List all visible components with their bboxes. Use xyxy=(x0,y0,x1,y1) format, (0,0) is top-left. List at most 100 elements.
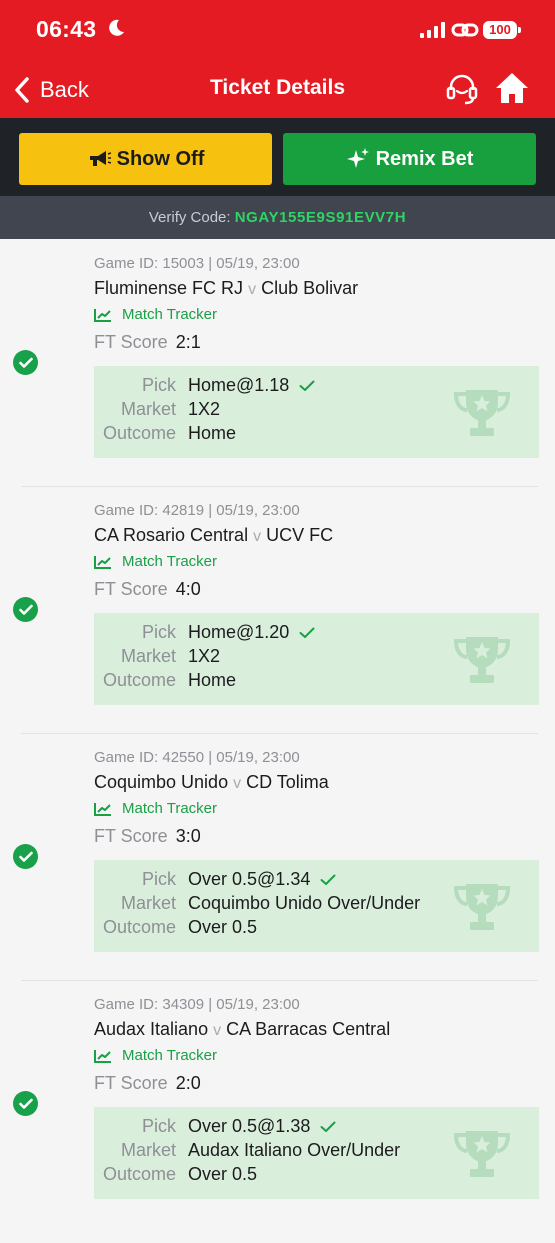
pick-details: Pick Over 0.5@1.38 Market Audax Italiano Ov… xyxy=(94,1107,539,1199)
remix-bet-label: Remix Bet xyxy=(375,147,474,170)
signal-icon xyxy=(420,22,445,38)
away-team: CA Barracas Central xyxy=(226,1019,391,1039)
home-team: CA Rosario Central xyxy=(94,525,249,545)
pick-value: Over 0.5@1.34 xyxy=(188,869,311,889)
line-chart-icon xyxy=(94,555,111,569)
show-off-label: Show Off xyxy=(116,147,205,170)
outcome-label: Outcome xyxy=(102,423,176,443)
ft-score-label: FT Score xyxy=(94,579,168,599)
ft-score-label: FT Score xyxy=(94,332,168,352)
match-teams: CA Rosario Central v UCV FC xyxy=(94,525,333,546)
market-label: Market xyxy=(120,1140,176,1160)
market-value: Coquimbo Unido Over/Under xyxy=(188,893,421,913)
ft-score-value: 4:0 xyxy=(175,579,201,599)
ft-score-label: FT Score xyxy=(94,826,168,846)
game-meta: Game ID: 42819 | 05/19, 23:00 xyxy=(94,502,300,519)
home-team: Fluminense FC RJ xyxy=(94,278,244,298)
away-team: Club Bolivar xyxy=(261,278,359,298)
remix-bet-button[interactable]: Remix Bet xyxy=(283,133,536,185)
outcome-value: Home xyxy=(188,423,237,443)
pick-details: Pick Over 0.5@1.34 Market Coquimbo Unido Ov… xyxy=(94,860,539,952)
ft-score-value: 3:0 xyxy=(175,826,201,846)
ticket-card: Game ID: 42550 | 05/19, 23:00 Coquimbo Un… xyxy=(0,749,555,996)
ft-score: FT Score 2:1 xyxy=(94,332,201,353)
pick-label: Pick xyxy=(141,375,176,395)
ft-score: FT Score 2:0 xyxy=(94,1073,201,1094)
pick-row: Pick Home@1.20 xyxy=(94,622,315,646)
market-row: Market Coquimbo Unido Over/Under xyxy=(94,893,420,917)
outcome-value: Over 0.5 xyxy=(188,917,258,937)
outcome-label: Outcome xyxy=(102,1164,176,1184)
verify-code-label: Verify Code: xyxy=(148,209,231,226)
match-teams: Coquimbo Unido v CD Tolima xyxy=(94,772,329,793)
outcome-row: Outcome Over 0.5 xyxy=(94,1164,257,1188)
market-label: Market xyxy=(120,399,176,419)
home-icon[interactable] xyxy=(494,70,530,106)
verify-code-value[interactable]: NGAY155E9S91EVV7H xyxy=(235,209,406,226)
outcome-label: Outcome xyxy=(102,917,176,937)
line-chart-icon xyxy=(94,1049,111,1063)
ft-score-value: 2:0 xyxy=(175,1073,201,1093)
away-team: CD Tolima xyxy=(246,772,329,792)
app-header: 06:43 100 Back Ticket Details xyxy=(0,0,555,118)
market-row: Market 1X2 xyxy=(94,646,220,670)
pick-label: Pick xyxy=(141,1116,176,1136)
checkmark-icon xyxy=(320,1121,336,1133)
action-bar: Show Off Remix Bet xyxy=(0,118,555,196)
trophy-icon xyxy=(453,390,511,436)
ticket-divider xyxy=(21,486,538,487)
battery-indicator: 100 xyxy=(483,21,517,39)
match-teams: Audax Italiano v CA Barracas Central xyxy=(94,1019,390,1040)
match-tracker-link[interactable]: Match Tracker xyxy=(94,1047,217,1064)
ft-score: FT Score 3:0 xyxy=(94,826,201,847)
match-tracker-link[interactable]: Match Tracker xyxy=(94,553,217,570)
versus-label: v xyxy=(213,1022,222,1039)
game-meta: Game ID: 15003 | 05/19, 23:00 xyxy=(94,255,300,272)
pick-row: Pick Over 0.5@1.38 xyxy=(94,1116,336,1140)
outcome-row: Outcome Home xyxy=(94,670,236,694)
ft-score: FT Score 4:0 xyxy=(94,579,201,600)
pick-label: Pick xyxy=(141,869,176,889)
ticket-card: Game ID: 42819 | 05/19, 23:00 CA Rosario … xyxy=(0,502,555,749)
outcome-value: Over 0.5 xyxy=(188,1164,258,1184)
ft-score-value: 2:1 xyxy=(175,332,201,352)
away-team: UCV FC xyxy=(266,525,334,545)
pick-details: Pick Home@1.20 Market 1X2 Outcome Home xyxy=(94,613,539,705)
ticket-divider xyxy=(21,733,538,734)
checkmark-icon xyxy=(320,874,336,886)
verify-code-bar: Verify Code: NGAY155E9S91EVV7H xyxy=(0,196,555,239)
line-chart-icon xyxy=(94,308,111,322)
market-row: Market Audax Italiano Over/Under xyxy=(94,1140,400,1164)
win-check-icon xyxy=(13,1091,38,1116)
market-label: Market xyxy=(120,646,176,666)
ticket-divider xyxy=(21,980,538,981)
market-label: Market xyxy=(120,893,176,913)
win-check-icon xyxy=(13,844,38,869)
market-value: 1X2 xyxy=(188,399,221,419)
status-time: 06:43 xyxy=(36,16,97,42)
trophy-icon xyxy=(453,637,511,683)
trophy-icon xyxy=(453,1131,511,1177)
ticket-card: Game ID: 34309 | 05/19, 23:00 Audax Itali… xyxy=(0,996,555,1243)
match-tracker-link[interactable]: Match Tracker xyxy=(94,800,217,817)
moon-icon xyxy=(109,19,124,36)
pick-value: Over 0.5@1.38 xyxy=(188,1116,311,1136)
market-row: Market 1X2 xyxy=(94,399,220,423)
battery-tip xyxy=(518,27,521,33)
match-tracker-label: Match Tracker xyxy=(122,306,218,323)
headset-support-icon[interactable] xyxy=(444,71,480,107)
win-check-icon xyxy=(13,350,38,375)
versus-label: v xyxy=(253,528,262,545)
outcome-label: Outcome xyxy=(102,670,176,690)
game-meta: Game ID: 34309 | 05/19, 23:00 xyxy=(94,996,300,1013)
match-tracker-link[interactable]: Match Tracker xyxy=(94,306,217,323)
outcome-row: Outcome Home xyxy=(94,423,236,447)
pick-row: Pick Home@1.18 xyxy=(94,375,315,399)
pick-details: Pick Home@1.18 Market 1X2 Outcome Home xyxy=(94,366,539,458)
show-off-button[interactable]: Show Off xyxy=(19,133,272,185)
match-teams: Fluminense FC RJ v Club Bolivar xyxy=(94,278,358,299)
win-check-icon xyxy=(13,597,38,622)
status-bar: 06:43 100 xyxy=(0,0,555,62)
versus-label: v xyxy=(248,281,257,298)
pick-value: Home@1.20 xyxy=(188,622,290,642)
